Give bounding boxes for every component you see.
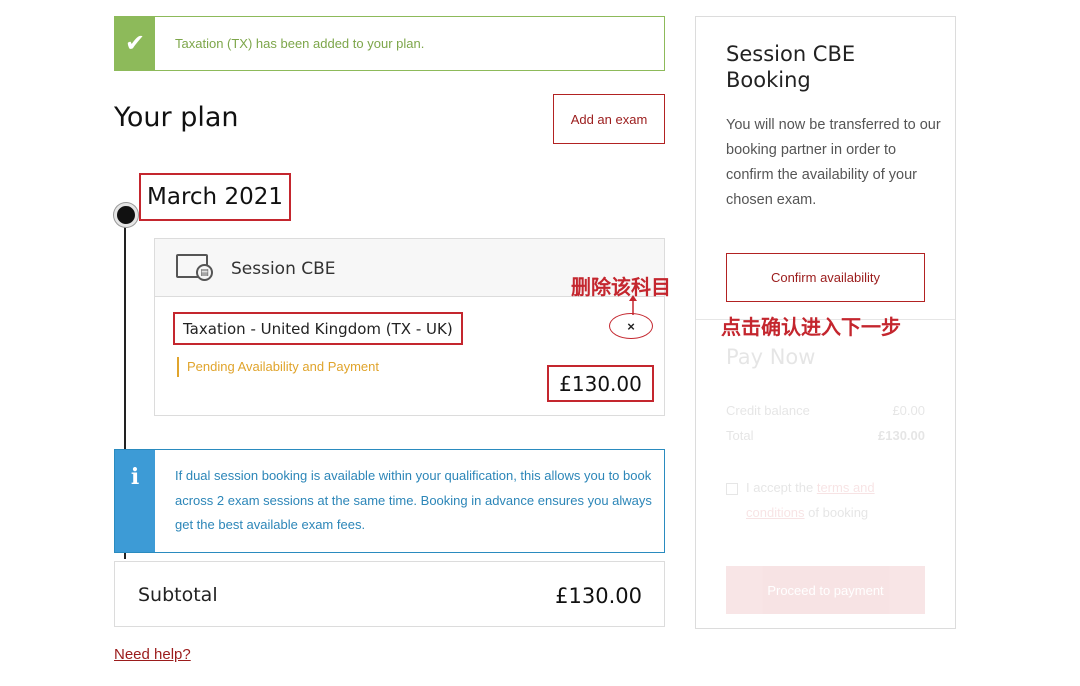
confirm-availability-button[interactable]: Confirm availability xyxy=(726,253,925,302)
info-icon: i xyxy=(115,450,155,552)
success-message: Taxation (TX) has been added to your pla… xyxy=(175,36,425,51)
info-box: i If dual session booking is available w… xyxy=(114,449,665,553)
exam-card: ▤ Session CBE Taxation - United Kingdom … xyxy=(154,238,665,416)
credit-balance-row: Credit balance £0.00 xyxy=(726,403,925,418)
pay-now-heading: Pay Now xyxy=(726,345,816,369)
add-exam-button[interactable]: Add an exam xyxy=(553,94,665,144)
credit-label: Credit balance xyxy=(726,403,810,418)
panel-description: You will now be transferred to our booki… xyxy=(726,117,941,208)
exam-price: £130.00 xyxy=(547,365,654,402)
subtotal-value: £130.00 xyxy=(555,584,642,608)
credit-value: £0.00 xyxy=(892,403,925,418)
close-icon: × xyxy=(627,318,635,334)
panel-title: Session CBE Booking xyxy=(726,42,856,92)
status-badge: Pending Availability and Payment xyxy=(177,357,379,377)
remove-exam-button[interactable]: × xyxy=(609,313,653,339)
total-row: Total £130.00 xyxy=(726,428,925,443)
annotation-delete: 删除该科目 xyxy=(571,275,671,299)
page-title: Your plan xyxy=(114,102,239,133)
exam-name: Taxation - United Kingdom (TX - UK) xyxy=(173,312,463,345)
timeline-dot xyxy=(114,203,138,227)
total-value: £130.00 xyxy=(878,428,925,443)
terms-checkbox[interactable] xyxy=(726,483,738,495)
subtotal-label: Subtotal xyxy=(138,584,218,606)
info-text: If dual session booking is available wit… xyxy=(175,468,652,532)
terms-text: I accept the terms and conditions of boo… xyxy=(746,475,926,525)
success-banner: ✔ Taxation (TX) has been added to your p… xyxy=(114,16,665,71)
calendar-badge-icon: ▤ xyxy=(196,264,213,281)
annotation-arrow xyxy=(629,295,637,315)
proceed-to-payment-button[interactable]: Proceed to payment xyxy=(726,566,925,614)
subtotal-row: Subtotal £130.00 xyxy=(114,561,665,627)
total-label: Total xyxy=(726,428,754,443)
terms-prefix: I accept the xyxy=(746,480,817,495)
check-icon: ✔ xyxy=(115,17,155,70)
help-link[interactable]: Need help? xyxy=(114,646,191,663)
session-label: Session CBE xyxy=(231,259,336,279)
month-heading: March 2021 xyxy=(139,173,291,221)
annotation-confirm: 点击确认进入下一步 xyxy=(721,315,901,339)
terms-suffix: of booking xyxy=(804,505,869,520)
